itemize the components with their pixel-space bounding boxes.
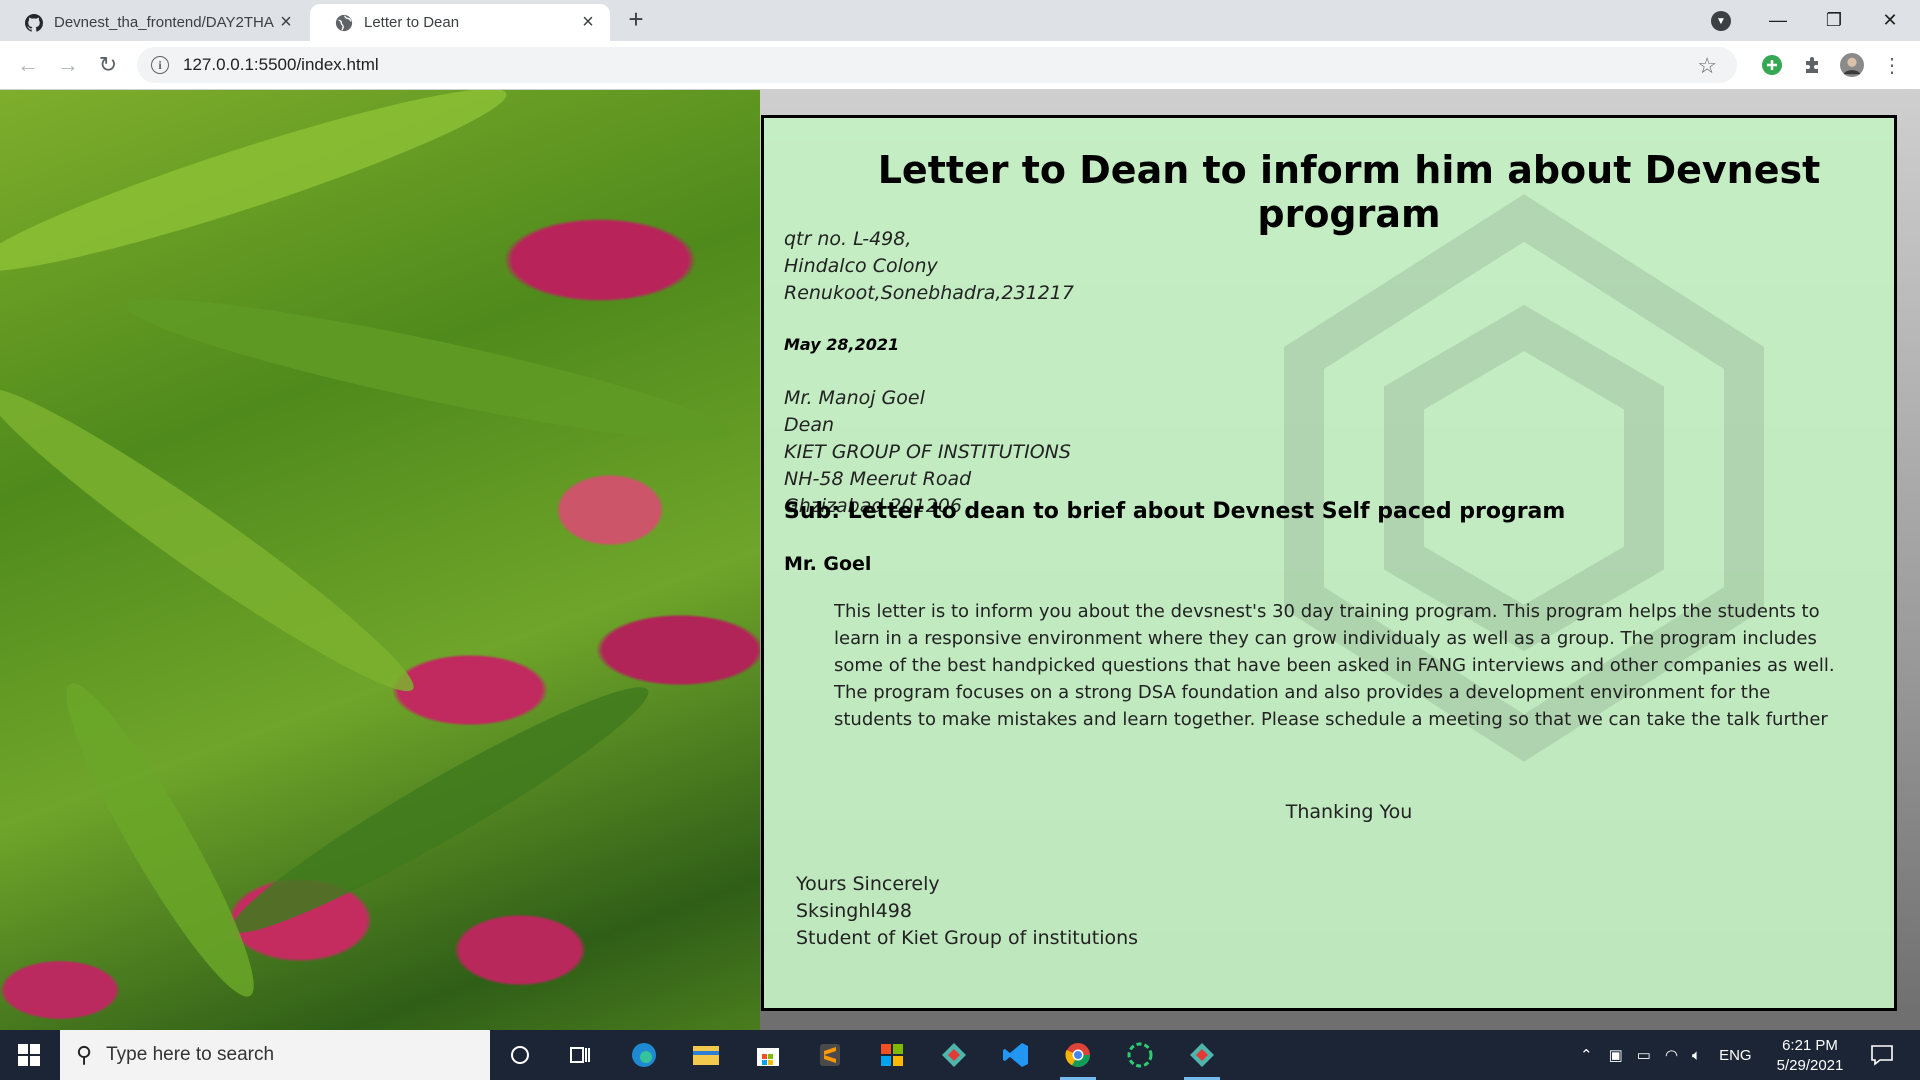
reload-icon[interactable]: ↻ — [94, 51, 122, 79]
sublime-text-icon[interactable] — [806, 1035, 854, 1075]
profile-avatar[interactable] — [1840, 53, 1864, 77]
git-tool-icon[interactable] — [930, 1035, 978, 1075]
back-icon[interactable]: ← — [14, 51, 42, 79]
decorative-leaf — [0, 90, 516, 296]
decorative-leaf — [217, 664, 663, 956]
vscode-icon[interactable] — [992, 1035, 1040, 1075]
tab-title: Devnest_tha_frontend/DAY2THA — [54, 14, 274, 31]
extension-add-icon[interactable] — [1760, 53, 1784, 77]
volume-icon[interactable]: 🔈︎ — [1692, 1047, 1701, 1064]
wifi-icon[interactable]: ◠ — [1665, 1046, 1678, 1064]
search-icon: ⚲ — [76, 1042, 93, 1067]
sender-address: qtr no. L-498, Hindalco Colony Renukoot,… — [784, 226, 1074, 307]
minimize-icon[interactable]: — — [1750, 0, 1806, 40]
tab-github[interactable]: Devnest_tha_frontend/DAY2THA × — [0, 4, 308, 41]
office-app-icon[interactable] — [868, 1035, 916, 1075]
letter-body: This letter is to inform you about the d… — [834, 601, 1835, 730]
letter-subject: Sub: Letter to dean to brief about Devne… — [784, 499, 1566, 524]
restore-icon[interactable]: ❐ — [1806, 0, 1862, 40]
letter-date: May 28,2021 — [784, 335, 900, 354]
webcam-icon[interactable]: ▣ — [1609, 1046, 1623, 1064]
url-text: 127.0.0.1:5500/index.html — [183, 55, 379, 74]
browser-toolbar: ← → ↻ i 127.0.0.1:5500/index.html ☆ ⋮ — [0, 41, 1920, 90]
chrome-icon[interactable] — [1054, 1035, 1102, 1080]
sender-address-line: qtr no. L-498, — [784, 228, 912, 250]
windows-start-icon[interactable] — [0, 1030, 58, 1080]
battery-icon[interactable]: ▭ — [1637, 1046, 1651, 1064]
clock-date: 5/29/2021 — [1776, 1057, 1844, 1074]
chevron-up-icon[interactable]: ⌃ — [1580, 1046, 1593, 1064]
recipient-line: NH-58 Meerut Road — [784, 468, 972, 490]
closing-line: Yours Sincerely — [796, 873, 940, 895]
clock-time: 6:21 PM — [1782, 1037, 1838, 1054]
task-view-icon[interactable] — [556, 1035, 604, 1075]
menu-kebab-icon[interactable]: ⋮ — [1880, 53, 1904, 77]
tab-title: Letter to Dean — [364, 14, 460, 31]
close-window-icon[interactable]: ✕ — [1862, 0, 1918, 40]
site-info-icon[interactable]: i — [151, 56, 169, 74]
github-icon — [24, 13, 44, 33]
decorative-leaf — [0, 366, 431, 714]
tab-letter-to-dean[interactable]: Letter to Dean × — [310, 4, 610, 41]
globe-icon — [334, 13, 354, 33]
system-tray: ⌃ ▣ ▭ ◠ 🔈︎ ENG — [1580, 1030, 1752, 1080]
page-viewport: Letter to Dean to inform him about Devne… — [0, 90, 1920, 1030]
forward-icon[interactable]: → — [54, 51, 82, 79]
git-tool-icon[interactable] — [1178, 1035, 1226, 1080]
letter-thanks: Thanking You — [1285, 801, 1413, 823]
taskbar-clock[interactable]: 6:21 PM 5/29/2021 — [1760, 1036, 1860, 1076]
recipient-line: Mr. Manoj Goel — [784, 387, 925, 409]
letter-salutation: Mr. Goel — [784, 553, 872, 575]
address-bar[interactable]: i 127.0.0.1:5500/index.html ☆ — [137, 47, 1737, 83]
new-tab-button[interactable]: + — [624, 6, 648, 32]
tab-search-icon[interactable]: ▼ — [1711, 11, 1731, 31]
sender-address-line: Hindalco Colony — [784, 255, 938, 277]
closing-line: Sksinghl498 — [796, 900, 912, 922]
browser-tabbar: Devnest_tha_frontend/DAY2THA × Letter to… — [0, 0, 1920, 41]
extensions-puzzle-icon[interactable] — [1800, 53, 1824, 77]
taskbar-search-box[interactable]: ⚲ Type here to search — [60, 1030, 490, 1080]
edge-icon[interactable] — [620, 1035, 668, 1075]
notifications-icon[interactable] — [1858, 1035, 1906, 1075]
cortana-icon[interactable] — [496, 1035, 544, 1075]
sender-address-line: Renukoot,Sonebhadra,231217 — [784, 282, 1074, 304]
closing-line: Student of Kiet Group of institutions — [796, 927, 1139, 949]
recipient-line: Dean — [784, 414, 835, 436]
language-indicator[interactable]: ENG — [1719, 1047, 1752, 1064]
decorative-leaf — [44, 669, 276, 1011]
letter-closing: Yours Sincerely Sksinghl498 Student of K… — [796, 871, 1138, 952]
letter-container: Letter to Dean to inform him about Devne… — [761, 115, 1897, 1011]
recipient-line: KIET GROUP OF INSTITUTIONS — [784, 441, 1071, 463]
decorative-leaf — [120, 276, 740, 464]
search-placeholder: Type here to search — [106, 1044, 275, 1065]
windows-taskbar: ⚲ Type here to search ⌃ ▣ ▭ ◠ 🔈︎ ENG 6:2… — [0, 1030, 1920, 1080]
microsoft-store-icon[interactable] — [744, 1035, 792, 1075]
close-tab-icon[interactable]: × — [276, 11, 296, 33]
file-explorer-icon[interactable] — [682, 1035, 730, 1075]
loading-app-icon[interactable] — [1116, 1035, 1164, 1075]
bookmark-star-icon[interactable]: ☆ — [1697, 53, 1717, 79]
close-tab-icon[interactable]: × — [578, 11, 598, 33]
letter-title: Letter to Dean to inform him about Devne… — [877, 148, 1821, 236]
